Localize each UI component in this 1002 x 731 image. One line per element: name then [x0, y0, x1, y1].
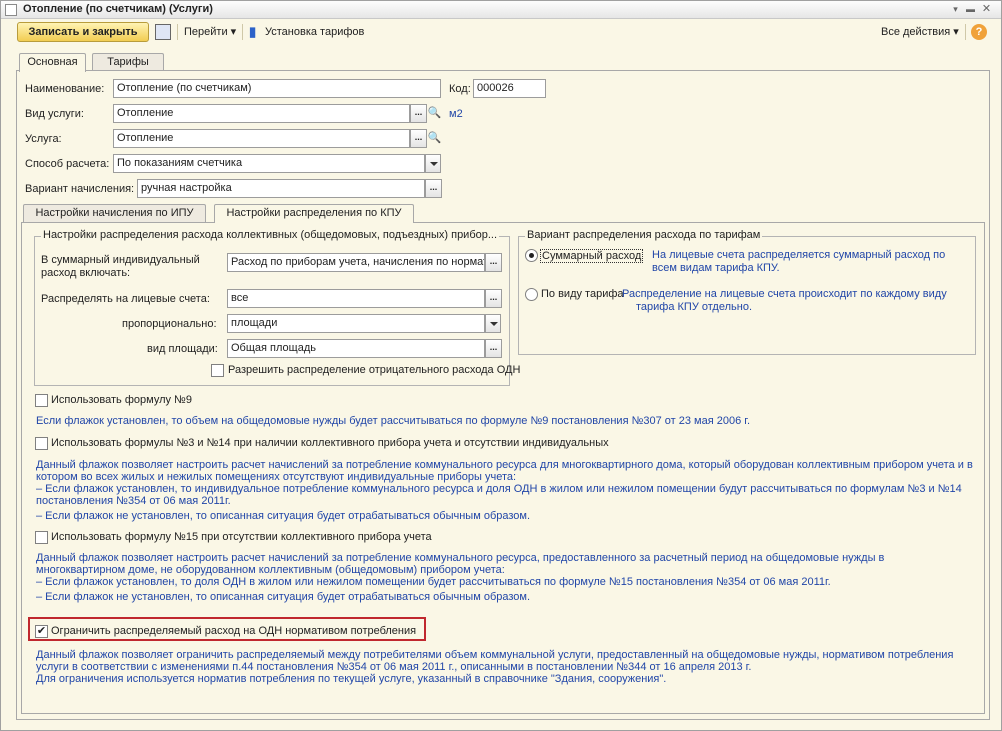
document-icon: [5, 4, 17, 16]
accrual-select-button[interactable]: ...: [425, 179, 442, 198]
distribute-field[interactable]: все: [227, 289, 485, 308]
summary-label: Суммарный расход: [540, 249, 644, 263]
include-label-1: В суммарный индивидуальный: [41, 254, 200, 266]
kpu-group: Настройки распределения расхода коллекти…: [34, 229, 520, 386]
formula3-14-desc-3: – Если флажок установлен, то индивидуаль…: [36, 483, 962, 495]
highlight-frame: [28, 617, 426, 641]
by-tariff-desc-2: тарифа КПУ отдельно.: [636, 301, 752, 313]
close-icon[interactable]: ✕: [981, 4, 992, 15]
name-label: Наименование:: [25, 83, 105, 95]
code-label: Код:: [449, 83, 471, 95]
area-label: вид площади:: [147, 343, 218, 355]
include-field[interactable]: Расход по приборам учета, начисления по …: [227, 253, 485, 272]
tab-kpu-settings[interactable]: Настройки распределения по КПУ: [214, 204, 414, 223]
all-actions-label: Все действия: [881, 26, 951, 38]
distribute-select-button[interactable]: ...: [485, 289, 502, 308]
formula3-14-desc-4: постановления №354 от 06 мая 2011г.: [36, 495, 231, 507]
formula3-14-label: Использовать формулы №3 и №14 при наличи…: [51, 437, 609, 449]
service-type-select-button[interactable]: ...: [410, 104, 427, 123]
allow-negative-label: Разрешить распределение отрицательного р…: [228, 364, 521, 376]
allow-negative-checkbox[interactable]: [211, 364, 224, 377]
help-icon[interactable]: ?: [971, 24, 987, 40]
tab-tariffs[interactable]: Тарифы: [92, 53, 164, 71]
distribute-label: Распределять на лицевые счета:: [41, 293, 210, 305]
service-window: Отопление (по счетчикам) (Услуги) ▾ ▬ ✕ …: [0, 0, 1002, 731]
formula3-14-desc-2: котором во всех жилых и нежилых помещени…: [36, 471, 517, 483]
tariffs-button[interactable]: Установка тарифов: [265, 24, 364, 40]
goto-label: Перейти: [184, 26, 228, 38]
kpu-group-title: Настройки распределения расхода коллекти…: [41, 229, 500, 241]
formula15-desc-2: многоквартирном доме, не оборудованном к…: [36, 564, 505, 576]
formula9-desc: Если флажок установлен, то объем на обще…: [36, 415, 751, 427]
save-icon[interactable]: [155, 24, 171, 40]
by-tariff-radio[interactable]: [525, 288, 538, 301]
formula3-14-desc-5: – Если флажок не установлен, то описанна…: [36, 510, 531, 522]
accrual-field[interactable]: ручная настройка: [137, 179, 425, 198]
formula15-desc-3: – Если флажок установлен, то доля ОДН в …: [36, 576, 831, 588]
formula15-checkbox[interactable]: [35, 531, 48, 544]
summary-desc-1: На лицевые счета распределяется суммарны…: [652, 249, 946, 261]
include-label-2: расход включать:: [41, 267, 131, 279]
limit-odn-desc-3: Для ограничения используется норматив по…: [36, 673, 667, 685]
area-select-button[interactable]: ...: [485, 339, 502, 358]
service-select-button[interactable]: ...: [410, 129, 427, 148]
formula9-label: Использовать формулу №9: [51, 394, 192, 406]
calc-method-select[interactable]: По показаниям счетчика: [113, 154, 425, 173]
limit-odn-desc-1: Данный флажок позволяет ограничить распр…: [36, 649, 954, 661]
calc-method-label: Способ расчета:: [25, 158, 110, 170]
service-type-field[interactable]: Отопление: [113, 104, 410, 123]
minimize-icon[interactable]: ▬: [965, 4, 976, 15]
title-bar: Отопление (по счетчикам) (Услуги) ▾ ▬ ✕: [1, 1, 1001, 19]
menu-icon[interactable]: ▾: [950, 4, 961, 15]
calc-method-dropdown-icon[interactable]: [425, 154, 441, 173]
proportional-dropdown-icon[interactable]: [485, 314, 501, 333]
formula9-checkbox[interactable]: [35, 394, 48, 407]
toolbar: Записать и закрыть Перейти ▾ ▮ Установка…: [1, 20, 1001, 46]
service-type-label: Вид услуги:: [25, 108, 84, 120]
formula15-desc-1: Данный флажок позволяет настроить расчет…: [36, 552, 885, 564]
limit-odn-desc-2: услуги в соответствии с изменениями п.44…: [36, 661, 752, 673]
proportional-select[interactable]: площади: [227, 314, 485, 333]
accrual-label: Вариант начисления:: [25, 183, 135, 195]
all-actions-menu[interactable]: Все действия ▾: [881, 24, 959, 40]
tab-ipu-settings[interactable]: Настройки начисления по ИПУ: [23, 204, 206, 222]
service-label: Услуга:: [25, 133, 62, 145]
tariff-variant-title: Вариант распределения расхода по тарифам: [525, 229, 763, 241]
service-search-icon[interactable]: 🔍: [427, 129, 442, 148]
save-and-close-button[interactable]: Записать и закрыть: [17, 22, 149, 42]
summary-radio[interactable]: [525, 249, 538, 262]
service-type-search-icon[interactable]: 🔍: [427, 104, 442, 123]
name-field[interactable]: Отопление (по счетчикам): [113, 79, 441, 98]
tab-main[interactable]: Основная: [19, 53, 86, 72]
chart-icon: ▮: [249, 24, 257, 39]
summary-desc-2: всем видам тарифа КПУ.: [652, 262, 780, 274]
by-tariff-desc-1: Распределение на лицевые счета происходи…: [622, 288, 947, 300]
by-tariff-label: По виду тарифа: [541, 288, 624, 300]
goto-menu[interactable]: Перейти ▾: [184, 24, 236, 40]
formula3-14-checkbox[interactable]: [35, 437, 48, 450]
unit-label: м2: [449, 108, 463, 120]
service-field[interactable]: Отопление: [113, 129, 410, 148]
formula15-desc-4: – Если флажок не установлен, то описанна…: [36, 591, 531, 603]
tariff-variant-group: Вариант распределения расхода по тарифам…: [518, 229, 976, 355]
formula3-14-desc-1: Данный флажок позволяет настроить расчет…: [36, 459, 973, 471]
include-select-button[interactable]: ...: [485, 253, 502, 272]
area-field[interactable]: Общая площадь: [227, 339, 485, 358]
window-title: Отопление (по счетчикам) (Услуги): [23, 3, 213, 15]
formula15-label: Использовать формулу №15 при отсутствии …: [51, 531, 432, 543]
proportional-label: пропорционально:: [122, 318, 217, 330]
code-field[interactable]: 000026: [473, 79, 546, 98]
